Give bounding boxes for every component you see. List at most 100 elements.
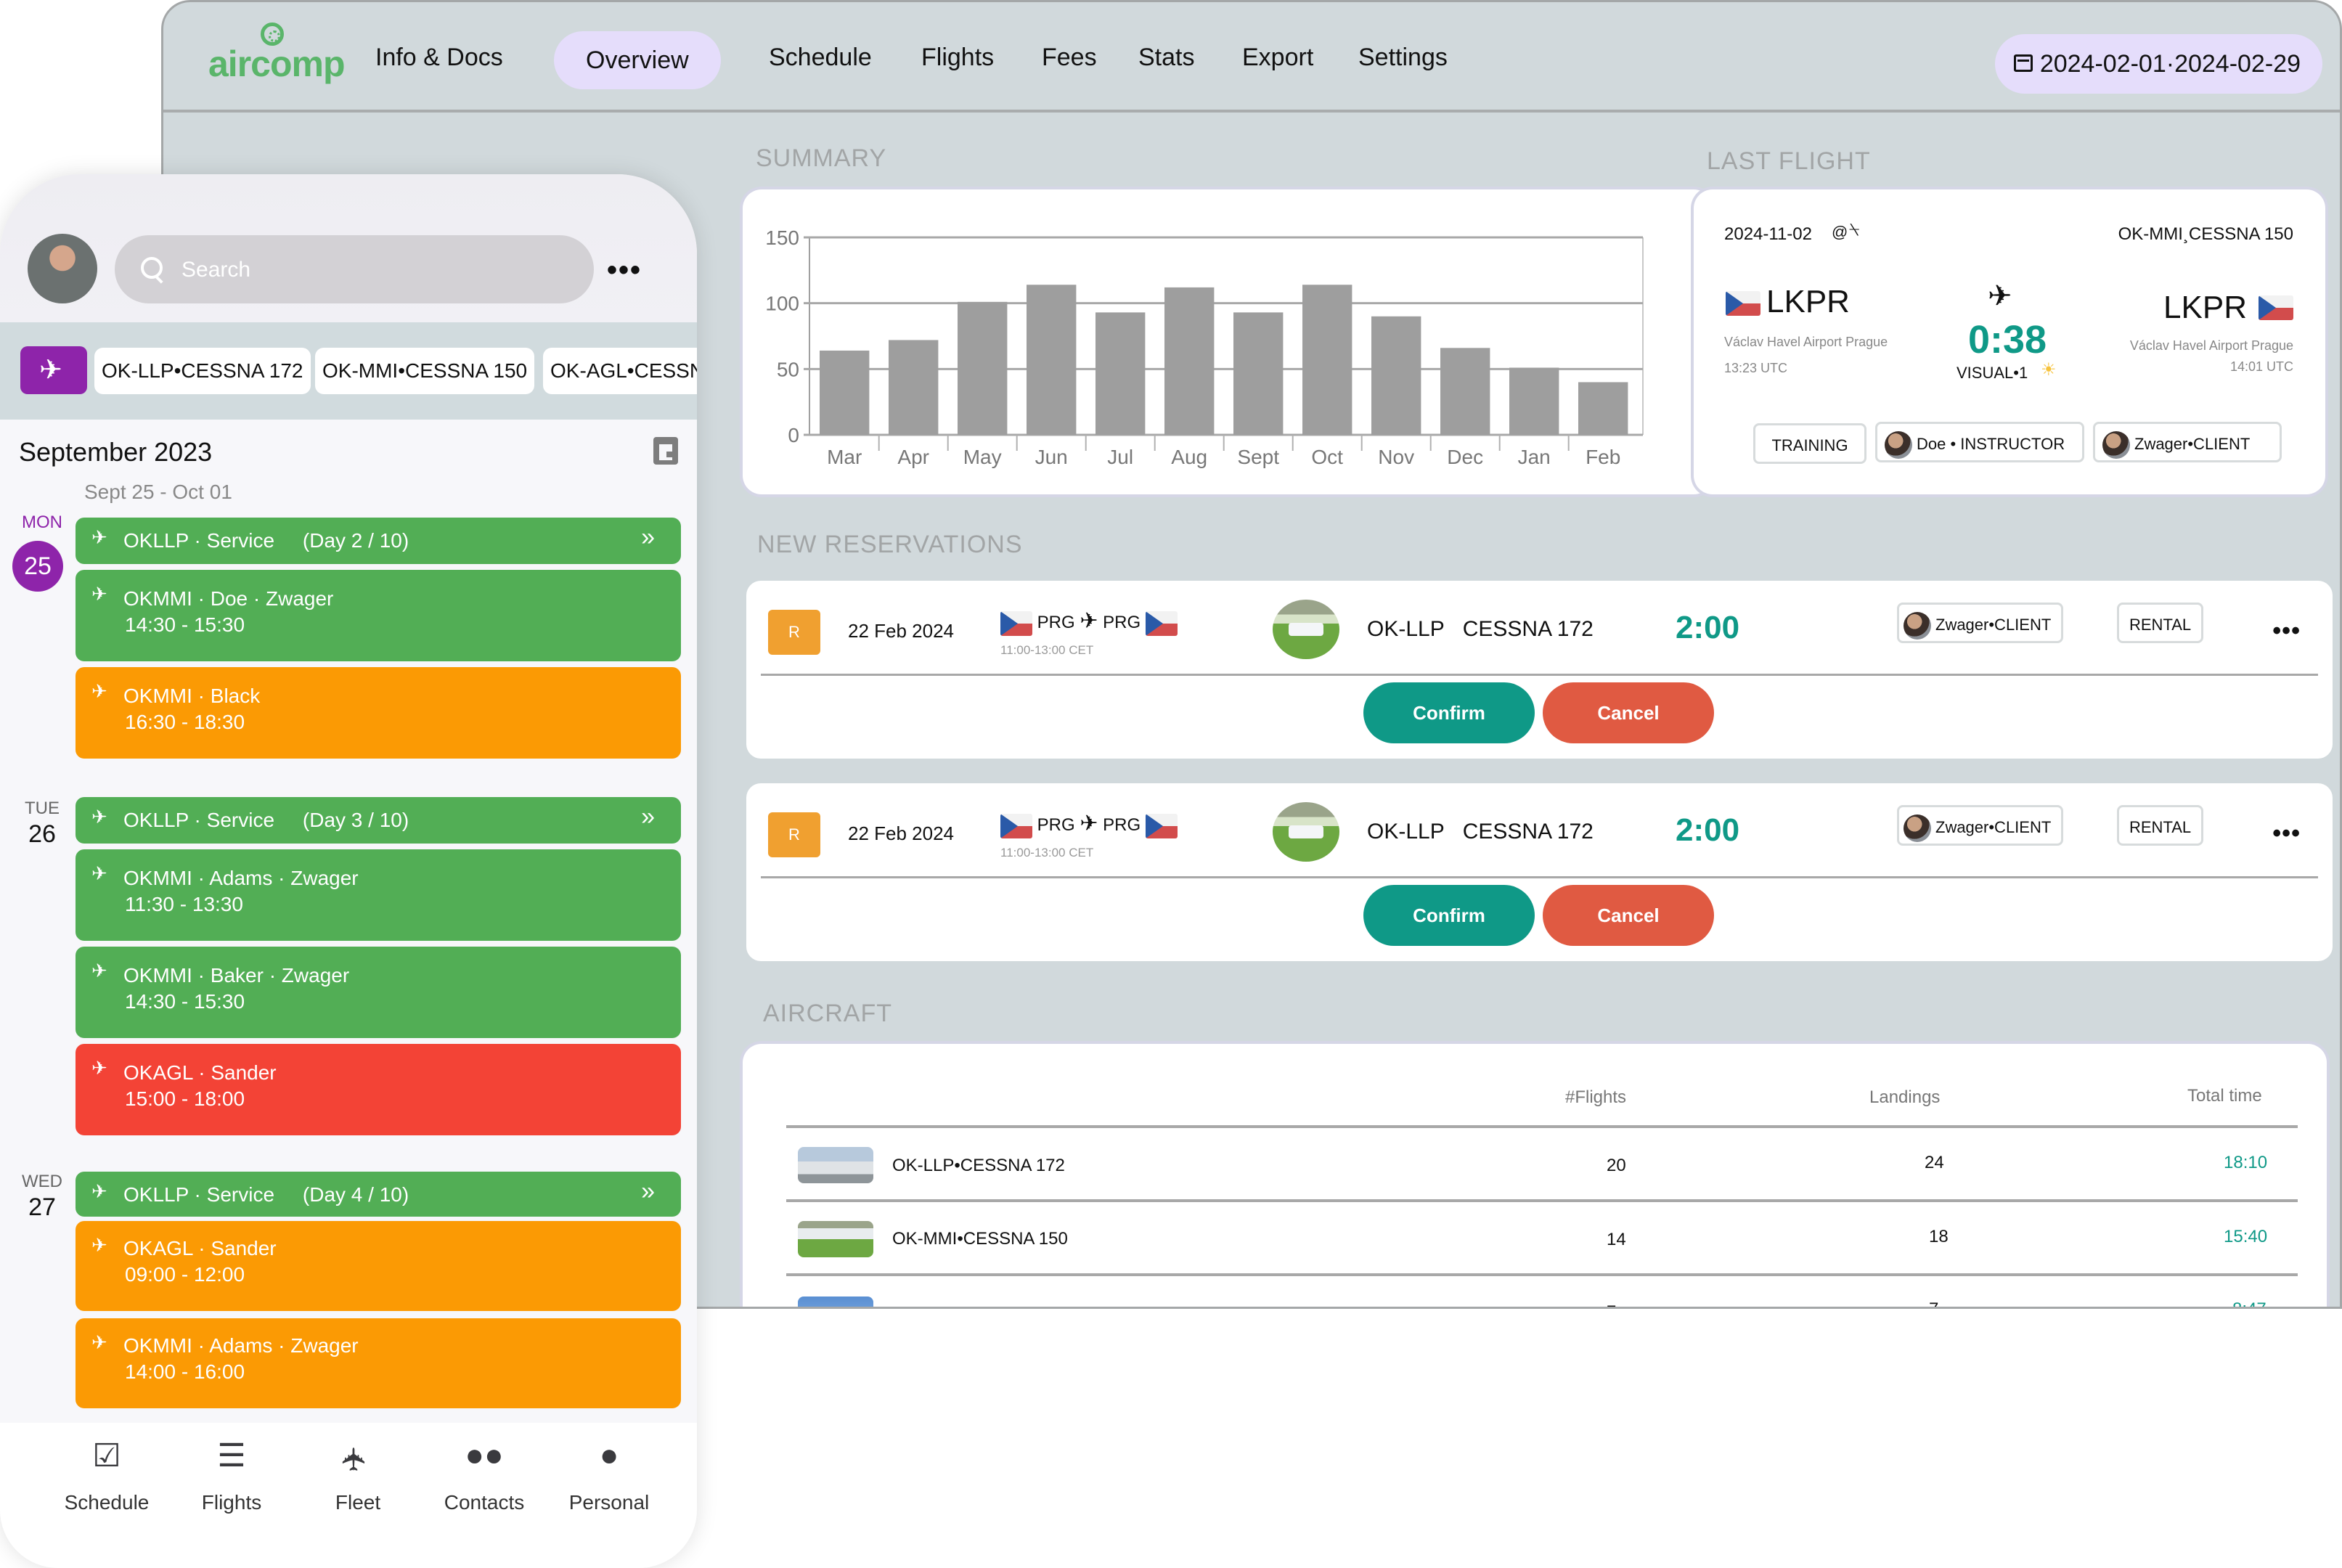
tab-label: Flights: [201, 1491, 262, 1514]
client-avatar: [2102, 431, 2130, 460]
tab-label: Contacts: [444, 1491, 525, 1514]
day-of-week: TUE: [25, 799, 60, 818]
user-avatar[interactable]: [28, 234, 97, 303]
to-flag-cz: [2259, 295, 2293, 320]
bar-mar: [820, 350, 870, 435]
reservation-duration: 2:00: [1676, 812, 1740, 848]
tab-flights[interactable]: ☰ Flights: [170, 1437, 293, 1514]
bar-nov: [1371, 316, 1421, 435]
to-airport: Václav Havel Airport Prague: [2129, 338, 2293, 353]
calendar-event[interactable]: ✈ OKAGL · Sander 15:00 - 18:00: [76, 1044, 681, 1135]
tab-contacts[interactable]: ●● Contacts: [423, 1437, 546, 1514]
reservation-person-tag[interactable]: Zwager•CLIENT: [1897, 603, 2064, 643]
nav-stats[interactable]: Stats: [1138, 37, 1194, 78]
calendar-event[interactable]: ✈ OKMMI · Baker · Zwager 14:30 - 15:30: [76, 947, 681, 1038]
nav-settings[interactable]: Settings: [1358, 37, 1448, 78]
x-tick-label: Jun: [1035, 446, 1068, 468]
day-number-today[interactable]: 25: [12, 541, 63, 592]
cancel-button[interactable]: Cancel: [1543, 682, 1714, 743]
reservation-person-tag[interactable]: Zwager•CLIENT: [1897, 805, 2064, 846]
reservation-aircraft: OK-LLP CESSNA 172: [1367, 617, 1594, 641]
aircraft-table-card: #Flights Landings Total time OK-LLP•CESS…: [743, 1044, 2327, 1307]
calendar-event[interactable]: ✈ OKMMI · Doe · Zwager 14:30 - 15:30: [76, 570, 681, 661]
airplane-icon: ✈: [91, 680, 107, 702]
bottom-tab-bar: ☑ Schedule ☰ Flights ✈ Fleet ●● Contacts…: [0, 1423, 697, 1568]
day-of-week: MON: [22, 513, 62, 532]
tab-label: Schedule: [64, 1491, 150, 1514]
aircraft-flights: 7: [1607, 1302, 1616, 1307]
aircraft-chip[interactable]: OK-LLP•CESSNA 172: [94, 348, 311, 394]
airplane-icon: ✈: [39, 355, 62, 385]
aircomp-logo[interactable]: aircomp: [208, 23, 346, 88]
column-header-total-time[interactable]: Total time: [2187, 1086, 2262, 1106]
event-title: OKAGL · Sander: [123, 1237, 277, 1259]
airplane-icon: ✈: [91, 1234, 107, 1256]
last-flight-card[interactable]: 2024-11-02 @ ⍀ OK-MMI¸CESSNA 150 LKPR Vá…: [1694, 189, 2325, 494]
calendar-event[interactable]: ✈ OKAGL · Sander 09:00 - 12:00: [76, 1221, 681, 1311]
aircraft-photo: [1273, 600, 1339, 659]
confirm-button[interactable]: Confirm: [1363, 682, 1535, 743]
aircraft-thumbnail: [798, 1297, 873, 1307]
day-number[interactable]: 26: [13, 820, 71, 849]
column-header-flights[interactable]: #Flights: [1565, 1087, 1626, 1108]
aircraft-chip[interactable]: OK-AGL•CESSNA: [543, 348, 697, 394]
reservation-aircraft: OK-LLP CESSNA 172: [1367, 820, 1594, 844]
event-title: OKLLP · Service (Day 4 / 10): [123, 1183, 409, 1206]
sun-icon: ☀: [2041, 360, 2057, 380]
aircraft-total-time: 18:10: [2224, 1153, 2268, 1172]
search-icon: [141, 257, 163, 279]
x-tick-label: Aug: [1171, 446, 1207, 468]
x-tick-label: Feb: [1586, 446, 1620, 468]
airplane-icon: ✈: [91, 1057, 107, 1079]
tab-personal[interactable]: ● Personal: [547, 1437, 671, 1514]
row-divider: [786, 1273, 2298, 1276]
more-menu-button[interactable]: •••: [607, 254, 642, 287]
flight-conditions: VISUAL•1: [1957, 364, 2028, 382]
reservation-kind-tag: RENTAL: [2117, 805, 2204, 846]
mobile-header: •••: [0, 174, 697, 322]
from-flag-cz: [1726, 291, 1760, 316]
date-range-picker[interactable]: 2024-02-01·2024-02-29: [1994, 34, 2322, 94]
event-title: OKAGL · Sander: [123, 1061, 277, 1084]
bar-jan: [1509, 367, 1559, 435]
search-input[interactable]: [180, 235, 575, 305]
more-options-button[interactable]: •••: [2272, 617, 2301, 645]
all-aircraft-filter-button[interactable]: ✈: [20, 346, 87, 394]
nav-schedule[interactable]: Schedule: [769, 37, 872, 78]
route-from: PRG: [1037, 815, 1075, 835]
tab-schedule[interactable]: ☑ Schedule: [45, 1437, 168, 1514]
confirm-button[interactable]: Confirm: [1363, 885, 1535, 946]
more-options-button[interactable]: •••: [2272, 820, 2301, 848]
calendar-event[interactable]: ✈ OKLLP · Service (Day 2 / 10) »: [76, 518, 681, 564]
nav-export[interactable]: Export: [1242, 37, 1313, 78]
column-header-landings[interactable]: Landings: [1869, 1087, 1940, 1108]
row-divider: [786, 1199, 2298, 1202]
y-tick-label: 150: [765, 226, 799, 249]
calendar-event[interactable]: ✈ OKLLP · Service (Day 3 / 10) »: [76, 797, 681, 844]
day-number[interactable]: 27: [13, 1193, 71, 1222]
x-tick-label: Apr: [897, 446, 929, 468]
nav-overview[interactable]: Overview: [554, 31, 721, 89]
date-range-text: 2024-02-01·2024-02-29: [2039, 50, 2301, 78]
aircraft-chip[interactable]: OK-MMI•CESSNA 150: [315, 348, 535, 394]
calendar-event[interactable]: ✈ OKMMI · Black 16:30 - 18:30: [76, 667, 681, 759]
calendar-event[interactable]: ✈ OKMMI · Adams · Zwager 11:30 - 13:30: [76, 849, 681, 941]
tag-client[interactable]: Zwager•CLIENT: [2093, 422, 2282, 462]
route-to: PRG: [1103, 815, 1141, 835]
nav-info-docs[interactable]: Info & Docs: [375, 37, 503, 78]
bar-oct: [1302, 285, 1352, 435]
aircraft-name: OK-MMI•CESSNA 150: [892, 1229, 1068, 1249]
nav-fees[interactable]: Fees: [1042, 37, 1097, 78]
x-tick-label: Jan: [1518, 446, 1551, 468]
calendar-event[interactable]: ✈ OKMMI · Adams · Zwager 14:00 - 16:00: [76, 1318, 681, 1408]
airplane-icon: ✈: [1988, 280, 2012, 312]
search-bar[interactable]: [115, 235, 594, 305]
x-tick-label: May: [963, 446, 1002, 468]
calendar-event[interactable]: ✈ OKLLP · Service (Day 4 / 10) »: [76, 1172, 681, 1217]
cancel-button[interactable]: Cancel: [1543, 885, 1714, 946]
calendar-icon[interactable]: [653, 437, 678, 465]
tag-instructor[interactable]: Doe • INSTRUCTOR: [1875, 422, 2084, 462]
nav-flights[interactable]: Flights: [921, 37, 994, 78]
event-time: 09:00 - 12:00: [125, 1263, 245, 1286]
tab-fleet[interactable]: ✈ Fleet: [296, 1437, 420, 1514]
